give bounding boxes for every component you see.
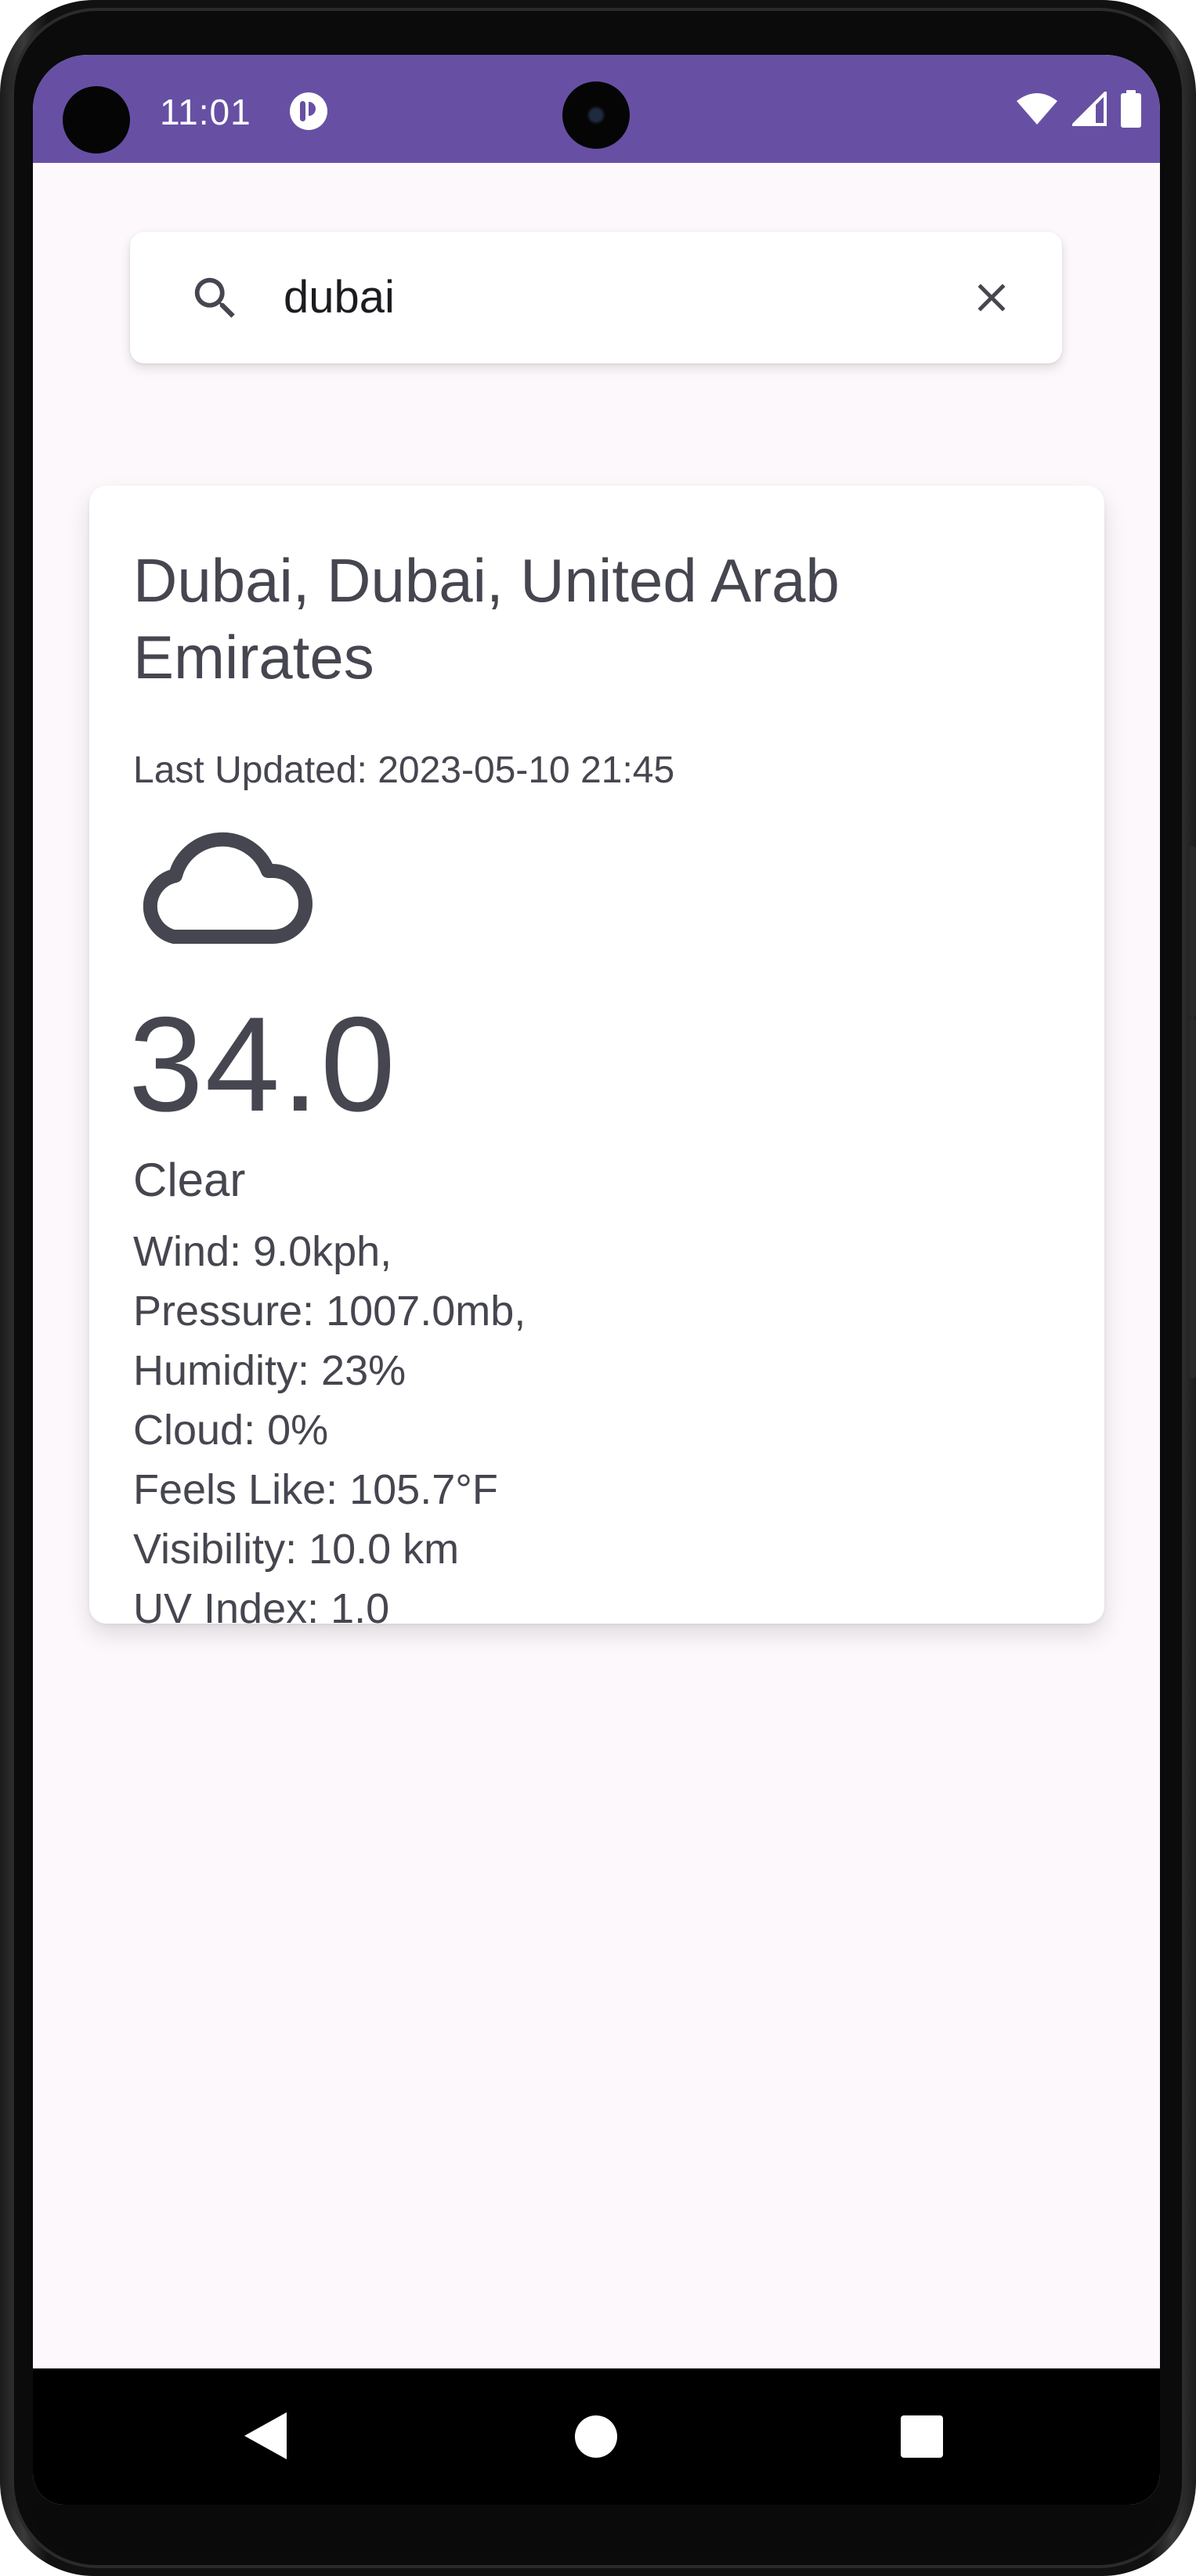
- app-notification-icon: [288, 91, 329, 132]
- weather-card: Dubai, Dubai, United Arab Emirates Last …: [89, 486, 1104, 1632]
- status-icons: [1016, 89, 1141, 132]
- condition: Clear: [133, 1154, 246, 1206]
- visibility-detail: Visibility: 10.0 km: [133, 1526, 460, 1573]
- status-dot: [63, 86, 130, 154]
- phone-frame: 11:01 dubai Dubai, Dubai, United Arab Em…: [0, 0, 1196, 2576]
- weather-details: Wind: 9.0kph, Pressure: 1007.0mb, Humidi…: [133, 1222, 526, 1638]
- feels-like-detail: Feels Like: 105.7°F: [133, 1466, 498, 1513]
- pressure-detail: Pressure: 1007.0mb,: [133, 1288, 526, 1335]
- battery-icon: [1121, 89, 1141, 132]
- search-bar[interactable]: [130, 232, 1062, 363]
- navigation-bar: [33, 2368, 1160, 2505]
- search-input[interactable]: [284, 262, 949, 332]
- location-title: Dubai, Dubai, United Arab Emirates: [133, 546, 840, 692]
- search-icon[interactable]: [188, 271, 243, 326]
- screen: 11:01 dubai Dubai, Dubai, United Arab Em…: [33, 55, 1160, 2505]
- cellular-signal-icon: [1070, 89, 1107, 130]
- phone-chin: [33, 2505, 1160, 2552]
- volume-button: [1190, 1018, 1196, 1378]
- recents-icon[interactable]: [901, 2415, 943, 2458]
- home-icon[interactable]: [575, 2415, 617, 2458]
- humidity-detail: Humidity: 23%: [133, 1347, 406, 1394]
- front-camera: [562, 81, 630, 149]
- uv-index-detail: UV Index: 1.0: [133, 1585, 390, 1632]
- cloud-detail: Cloud: 0%: [133, 1407, 329, 1454]
- temperature: 34.0: [128, 989, 397, 1140]
- power-button: [1190, 846, 1196, 1018]
- cloud-icon: [133, 815, 315, 948]
- last-updated: Last Updated: 2023-05-10 21:45: [133, 750, 675, 791]
- wifi-icon: [1016, 92, 1058, 130]
- close-icon[interactable]: [968, 274, 1015, 321]
- status-time: 11:01: [160, 92, 251, 132]
- status-bar: 11:01: [33, 55, 1160, 163]
- wind-detail: Wind: 9.0kph,: [133, 1228, 392, 1275]
- back-icon[interactable]: [243, 2411, 290, 2461]
